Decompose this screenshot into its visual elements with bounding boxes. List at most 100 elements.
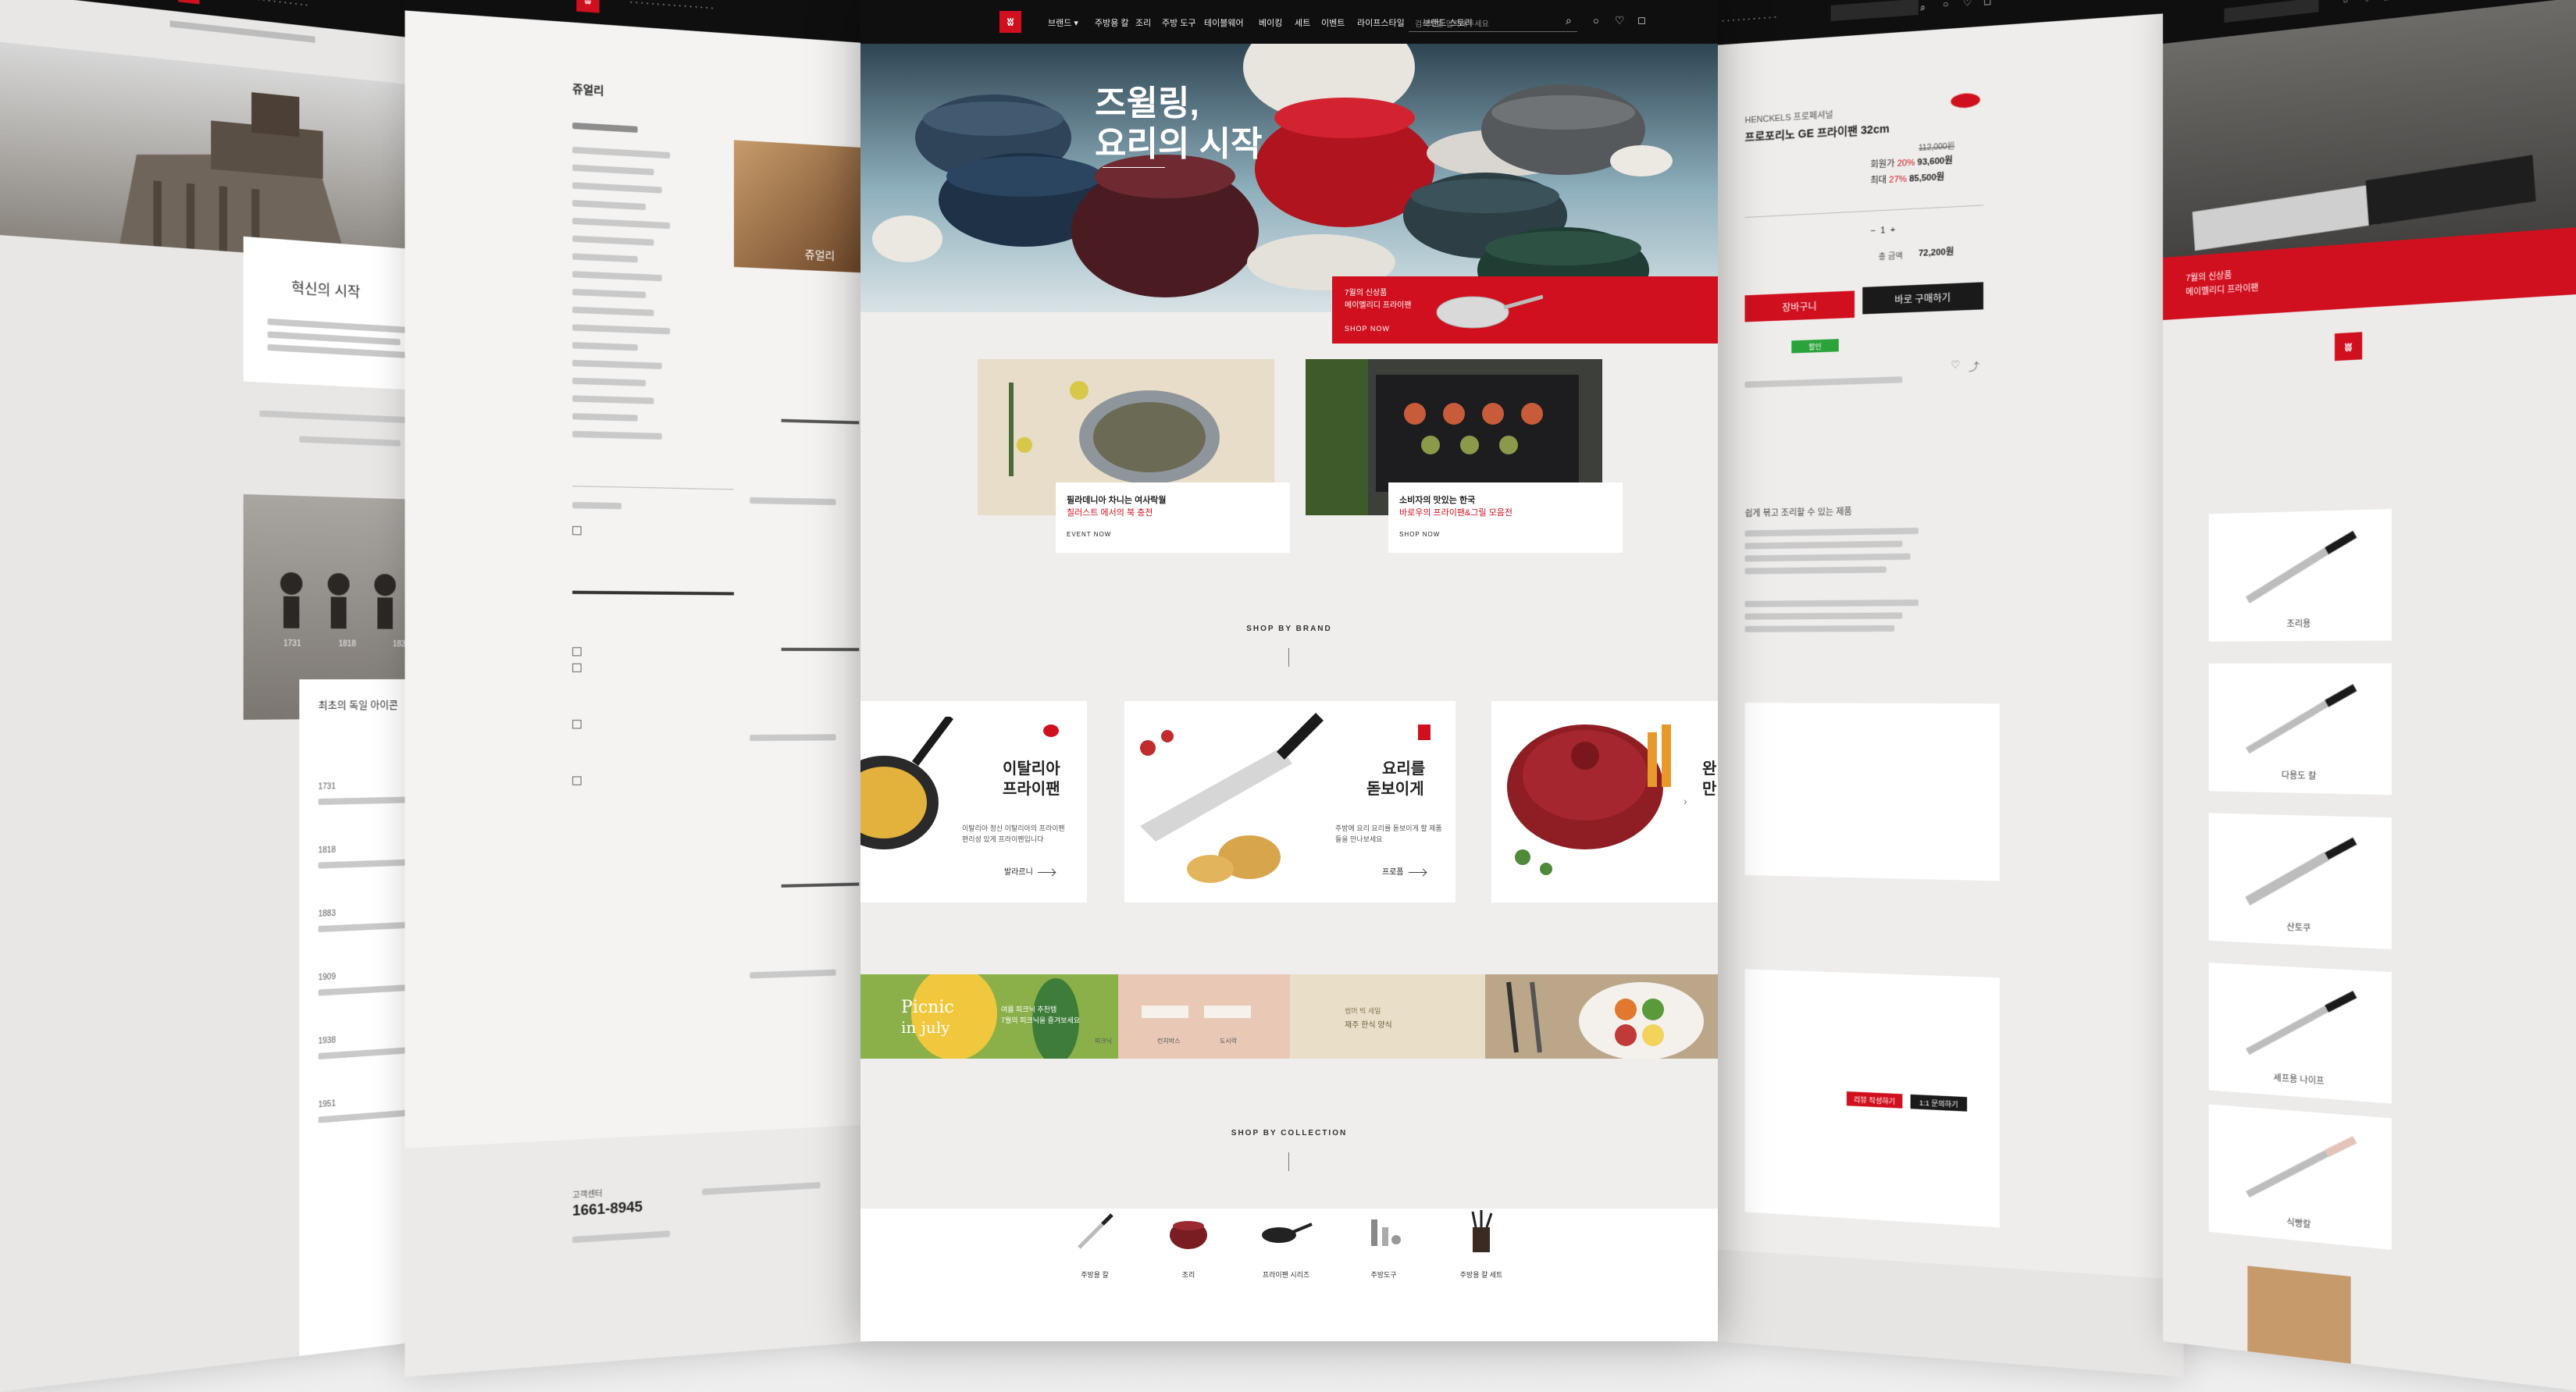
cookware-illustration xyxy=(872,44,1673,312)
nav-item[interactable]: 라이프스타일 xyxy=(1357,16,1405,29)
nav-item[interactable]: 이벤트 xyxy=(1321,16,1345,29)
inquiry-button[interactable]: 1:1 문의하기 xyxy=(1910,1094,1968,1112)
detail-image-box xyxy=(1744,703,2000,881)
collection-item[interactable]: 조리 xyxy=(1157,1209,1220,1341)
cart-button[interactable]: 장바구니 xyxy=(1744,290,1855,322)
user-icon[interactable]: ○ xyxy=(1943,0,1949,10)
nav-item[interactable]: 주방용 칼 xyxy=(1095,16,1129,29)
price-label: 최대 xyxy=(1870,175,1887,187)
timeline-year: 1938 xyxy=(318,1036,336,1046)
knife-card[interactable]: 셰프용 나이프 xyxy=(2208,963,2392,1104)
event-cta[interactable]: SHOP NOW xyxy=(1399,531,1440,538)
hotline-label: 고객센터 xyxy=(572,1189,603,1201)
event-card[interactable]: 필라데니아 차니는 여사락월 칠러스트 에서의 북 충전 EVENT NOW xyxy=(1056,482,1290,553)
brand-card[interactable]: › 완 만 xyxy=(1491,701,1718,902)
write-review-button[interactable]: 리뷰 작성하기 xyxy=(1846,1091,1903,1109)
discount-rate: 27% xyxy=(1889,174,1907,185)
nav-item[interactable]: 브랜드 ▾ xyxy=(1048,16,1078,29)
timeline-year: 1951 xyxy=(318,1099,336,1110)
share-icon[interactable]: ⤴ xyxy=(1969,358,1979,373)
cart-icon[interactable]: ◻ xyxy=(1983,0,1991,7)
frying-pan-icon xyxy=(860,717,953,849)
brand-card[interactable]: 이탈리아 프라이팬 이탈리아 정신 이탈리아의 프라이팬 편리성 있게 프라이팬… xyxy=(860,701,1087,902)
category-page: ʬ · · · · · · · · · · · · · · · · 쥬얼리 쥬얼… xyxy=(404,0,875,1377)
price-label: 회원가 xyxy=(1870,158,1895,170)
user-icon[interactable]: ○ xyxy=(1593,15,1599,27)
frying-pan-icon xyxy=(1436,294,1543,329)
filter-checkbox[interactable] xyxy=(572,647,582,657)
search-icon[interactable]: ⌕ xyxy=(1920,2,1926,14)
hero-banner[interactable]: 즈윌링, 요리의 시작 xyxy=(860,44,1718,312)
knife-card[interactable]: 식빵칼 xyxy=(2208,1104,2392,1250)
bibimbap-photo xyxy=(1485,974,1718,1059)
knife-card[interactable]: 산토쿠 xyxy=(2208,813,2392,949)
buy-now-button[interactable]: 바로 구매하기 xyxy=(1862,282,1984,315)
knife-card[interactable]: 조리용 xyxy=(2208,508,2392,642)
filter-checkbox[interactable] xyxy=(572,720,582,729)
nav-item[interactable]: 주방 도구 xyxy=(1162,16,1196,29)
brand-card[interactable]: 요리를 돋보이게 주방에 요리 요리를 돋보이게 할 제품들을 만나보세요 프로… xyxy=(1124,701,1455,902)
zwilling-logo[interactable]: ʬ xyxy=(576,0,600,13)
top-navigation: ʬ · · · · · · · · · · · · · · · · xyxy=(404,0,875,45)
collection-item[interactable]: 주방도구 xyxy=(1352,1209,1415,1341)
picnic-banner[interactable]: Picnic in july 여름 피크닉 추천템 7월의 피크닉을 즐겨보세요… xyxy=(860,974,1290,1059)
heart-icon[interactable]: ♡ xyxy=(1963,0,1972,9)
arrow-right-icon xyxy=(1037,871,1055,873)
brand-story-page: ʬ · · · · · · · · · · · · · · 혁신의 시작 173… xyxy=(0,0,424,1392)
brand-cta[interactable]: 발라르니 xyxy=(1004,865,1055,877)
product-thumb[interactable] xyxy=(781,882,860,888)
total-label: 총 금액 xyxy=(1878,251,1903,262)
cart-icon[interactable]: ◻ xyxy=(1637,14,1646,27)
collection-item[interactable]: 주방용 칼 xyxy=(1064,1209,1126,1341)
event-subtitle: 칠러스트 에서의 북 충전 xyxy=(1067,508,1153,518)
brand-logo xyxy=(1043,724,1059,737)
collection-item[interactable]: 주방용 칼 세트 xyxy=(1446,1209,1516,1341)
quantity-value: 1 xyxy=(1880,226,1886,236)
price-slider[interactable] xyxy=(572,590,734,596)
collection-item[interactable]: 프라이팬 시리즈 xyxy=(1251,1209,1321,1341)
product-thumb[interactable] xyxy=(781,647,860,651)
carousel-next-icon[interactable]: › xyxy=(1683,795,1687,807)
filter-checkbox[interactable] xyxy=(572,663,582,673)
nav-item[interactable]: 세트 xyxy=(1295,16,1310,29)
cart-icon[interactable]: ◻ xyxy=(2383,0,2391,2)
santoku-knife-icon xyxy=(2209,813,2392,923)
nav-item[interactable]: 베이킹 xyxy=(1259,16,1282,29)
price-row: 회원가 20% 93,600원 xyxy=(1870,154,1952,171)
event-title: 소비자의 맛있는 한국 xyxy=(1399,496,1476,505)
arrow-right-icon xyxy=(1408,871,1426,873)
top-navigation: ʬ · · · · · · · · · · · · · · xyxy=(0,0,424,39)
product-thumb[interactable] xyxy=(781,418,860,425)
heart-icon[interactable]: ♡ xyxy=(1615,14,1625,27)
filter-checkbox[interactable] xyxy=(572,776,582,785)
nav-item[interactable]: 조리 xyxy=(1135,16,1151,29)
brand-title-line2: 프라이팬 xyxy=(1003,781,1060,798)
filter-checkbox[interactable] xyxy=(572,525,582,536)
hero-cta-line[interactable] xyxy=(1103,167,1165,168)
brand-title-line2: 만 xyxy=(1702,781,1717,798)
event-card[interactable]: 소비자의 맛있는 한국 바로우의 프라이팬&그릴 모음전 SHOP NOW xyxy=(1388,482,1623,553)
search-input[interactable] xyxy=(2224,0,2319,23)
bread-knife-icon xyxy=(2209,1104,2392,1223)
promo-text-1: 7월의 신상품 xyxy=(2186,270,2232,284)
knife-card[interactable]: 다용도 칼 xyxy=(2208,663,2392,796)
zwilling-logo[interactable]: ʬ xyxy=(999,11,1021,33)
picnic-item: 도시락 xyxy=(1220,1038,1238,1045)
summer-banner[interactable]: 썸머 빅 세일 재주 한식 양식 xyxy=(1290,974,1718,1059)
user-icon[interactable]: ○ xyxy=(2343,0,2348,6)
zwilling-logo: ʬ xyxy=(2334,332,2363,361)
quantity-stepper[interactable]: − 1 + xyxy=(1870,226,1895,237)
hero-promo-card[interactable]: 7월의 신상품 메이멜리디 프라이팬 SHOP NOW xyxy=(1332,276,1718,344)
promo-cta[interactable]: SHOP NOW xyxy=(1345,325,1390,333)
search-icon[interactable]: ⌕ xyxy=(1566,14,1572,27)
heart-icon[interactable]: ♡ xyxy=(2363,0,2371,5)
list-price: 112,000원 xyxy=(1918,142,1955,154)
search-input[interactable] xyxy=(1830,0,1919,22)
nav-item[interactable]: 테이블웨어 xyxy=(1204,16,1244,29)
zwilling-logo[interactable]: ʬ xyxy=(178,0,200,5)
event-cta[interactable]: EVENT NOW xyxy=(1067,531,1111,538)
price-row: 최대 27% 85,500원 xyxy=(1870,170,1944,187)
section-heading-collection: SHOP BY COLLECTION xyxy=(1231,1129,1348,1137)
wishlist-icon[interactable]: ♡ xyxy=(1951,358,1960,372)
brand-cta[interactable]: 프로폼 xyxy=(1382,865,1426,877)
